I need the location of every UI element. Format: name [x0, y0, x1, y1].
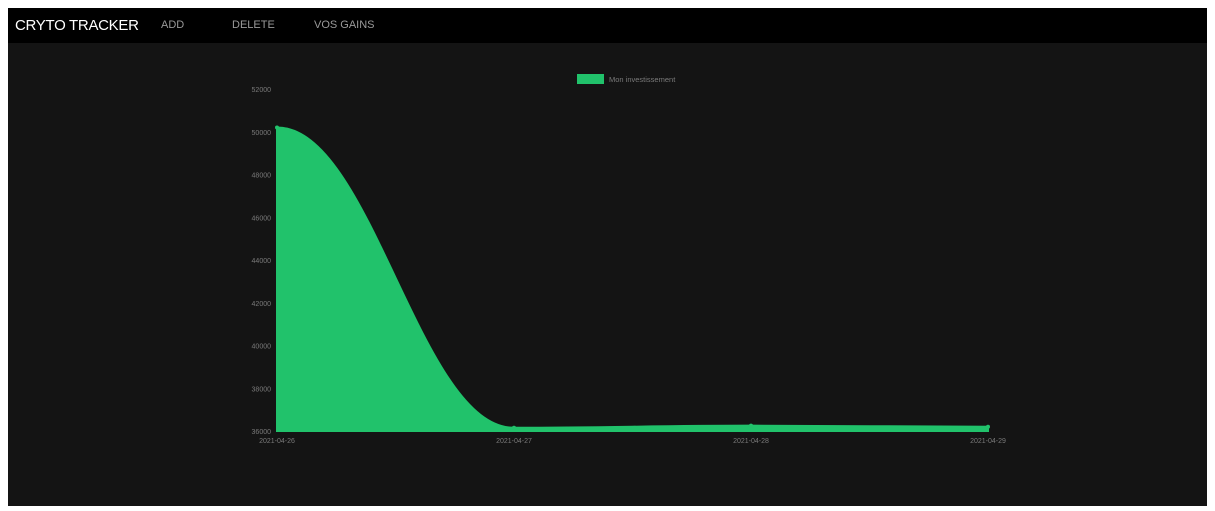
x-tick-label: 2021-04-29	[970, 438, 1006, 445]
navbar: CRYTO TRACKER ADD DELETE VOS GAINS	[8, 8, 1207, 43]
x-axis-ticks: 2021-04-26 2021-04-27 2021-04-28 2021-04-29	[259, 438, 1006, 445]
data-point[interactable]	[512, 425, 516, 430]
data-point[interactable]	[749, 423, 753, 428]
y-tick-label: 44000	[252, 258, 272, 265]
nav-gains-link[interactable]: VOS GAINS	[314, 19, 375, 31]
brand-title[interactable]: CRYTO TRACKER	[15, 17, 139, 34]
y-axis-ticks: 52000 50000 48000 46000 44000 42000 40000 38000…	[252, 87, 272, 436]
chart-legend[interactable]: Mon investissement	[577, 74, 676, 84]
data-point[interactable]	[986, 424, 990, 429]
y-tick-label: 48000	[252, 173, 272, 180]
y-tick-label: 46000	[252, 215, 272, 222]
y-tick-label: 52000	[252, 87, 272, 94]
series-layer	[275, 125, 990, 432]
y-tick-label: 38000	[252, 386, 272, 393]
data-point[interactable]	[275, 125, 279, 130]
y-tick-label: 42000	[252, 301, 272, 308]
y-tick-label: 40000	[252, 344, 272, 351]
investment-chart: Mon investissement 52000 50000 48000 46000 4…	[252, 74, 1006, 445]
chart-area: Mon investissement 52000 50000 48000 46000 4…	[8, 43, 1207, 506]
x-tick-label: 2021-04-26	[259, 438, 295, 445]
nav-delete-link[interactable]: DELETE	[232, 19, 275, 31]
x-tick-label: 2021-04-27	[496, 438, 532, 445]
nav-add-link[interactable]: ADD	[161, 19, 184, 31]
series-area	[276, 126, 989, 432]
app-frame: CRYTO TRACKER ADD DELETE VOS GAINS Mon i…	[8, 8, 1207, 506]
legend-label[interactable]: Mon investissement	[609, 75, 676, 84]
legend-swatch[interactable]	[577, 74, 604, 84]
y-tick-label: 50000	[252, 130, 272, 137]
x-tick-label: 2021-04-28	[733, 438, 769, 445]
y-tick-label: 36000	[252, 429, 272, 436]
